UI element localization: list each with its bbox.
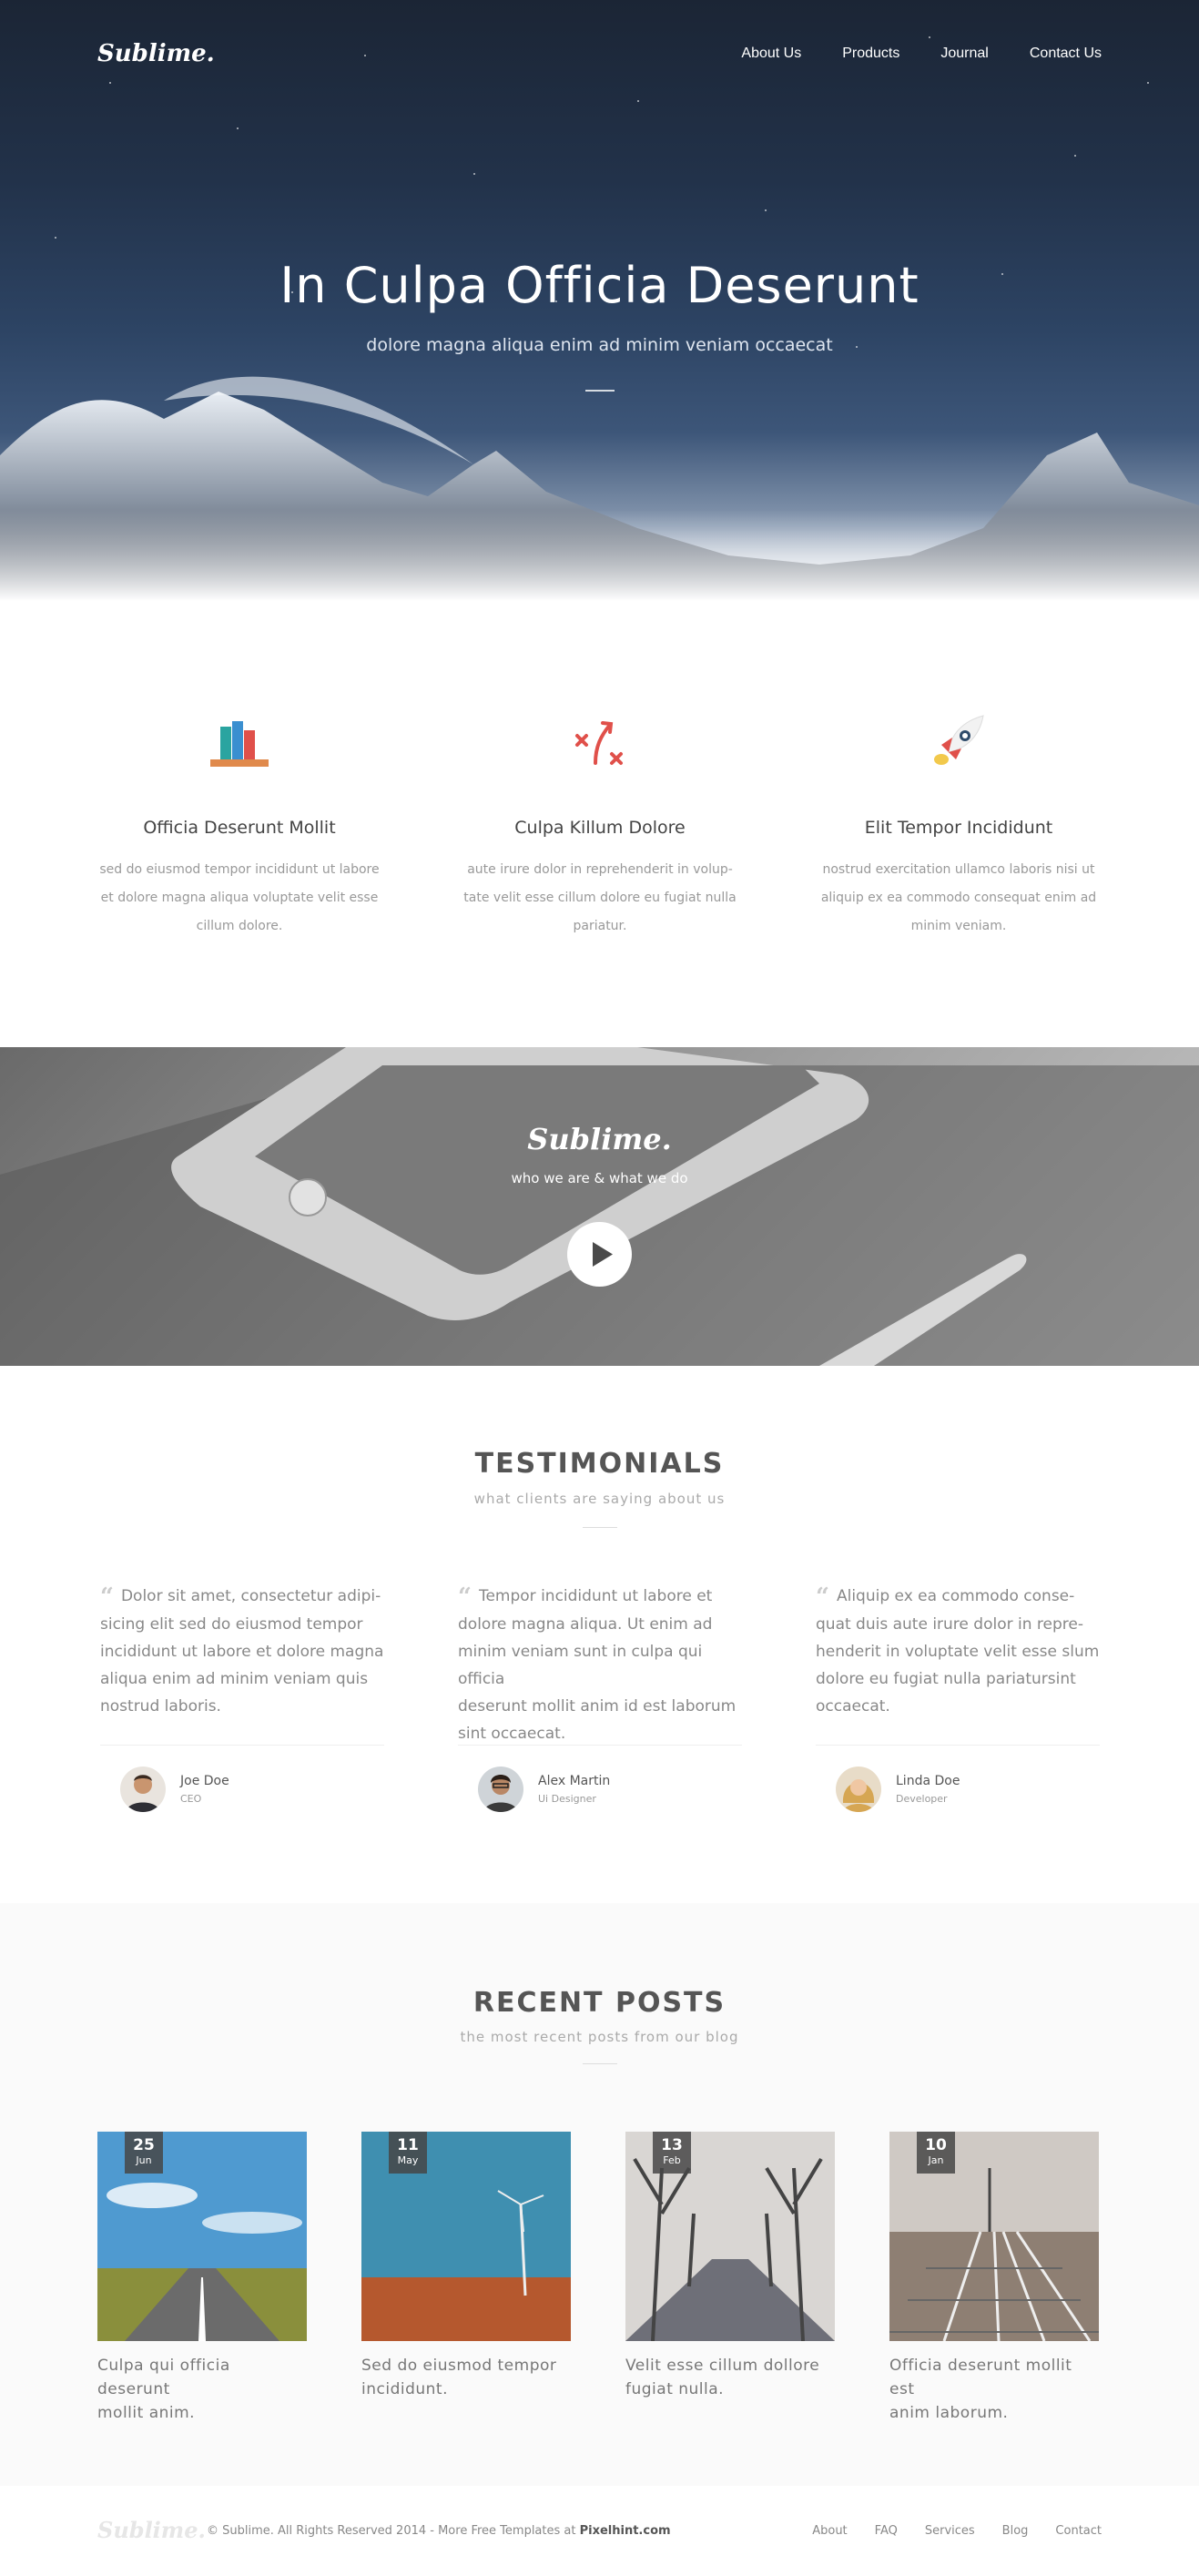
testimonial-card: “Dolor sit amet, consectetur adipi-sicin…	[100, 1583, 384, 1812]
header-logo[interactable]: Sublime.	[97, 40, 215, 67]
quote-icon: “	[458, 1583, 472, 1611]
feature-2: Culpa Killum Dolore aute irure dolor in …	[450, 710, 750, 941]
testimonials-divider	[583, 1527, 617, 1528]
testimonials-title: TESTIMONIALS	[474, 1448, 725, 1480]
divider	[100, 1745, 384, 1746]
post-title[interactable]: Officia deserunt mollit est anim laborum.	[889, 2354, 1099, 2425]
feature-text: nostrud exercitation ullamco laboris nis…	[820, 862, 1097, 933]
divider	[458, 1745, 742, 1746]
play-icon	[593, 1242, 613, 1267]
feature-title: Culpa Killum Dolore	[514, 818, 686, 838]
avatar	[478, 1767, 523, 1812]
hero-divider	[585, 390, 615, 392]
post-image[interactable]: 10 Jan	[889, 2132, 1099, 2341]
footer-link-contact[interactable]: Contact	[1055, 2524, 1102, 2538]
post-date-badge: 13 Feb	[653, 2132, 691, 2174]
nav-products[interactable]: Products	[842, 46, 899, 62]
post-image[interactable]: 11 May	[361, 2132, 571, 2341]
feature-text: sed do eiusmod tempor incididunt ut labo…	[99, 862, 380, 933]
hero-title: In Culpa Officia Deserunt	[279, 257, 920, 314]
footer-nav: About FAQ Services Blog Contact	[812, 2524, 1102, 2538]
post-card[interactable]: 10 Jan Officia deserunt mollit est anim la…	[889, 2132, 1099, 2425]
play-button[interactable]	[567, 1222, 632, 1287]
testimonial-name: Linda Doe	[896, 1774, 960, 1788]
testimonial-role: CEO	[180, 1793, 202, 1805]
footer-link-about[interactable]: About	[812, 2524, 847, 2538]
post-image[interactable]: 13 Feb	[625, 2132, 835, 2341]
post-card[interactable]: 13 Feb Velit esse cillum dollore fugiat nu…	[625, 2132, 835, 2401]
testimonial-quote: “Aliquip ex ea commodo conse-quat duis a…	[816, 1583, 1100, 1716]
post-title[interactable]: Culpa qui officia deserunt mollit anim.	[97, 2354, 307, 2425]
nav-journal[interactable]: Journal	[940, 46, 988, 62]
video-section	[0, 1047, 1199, 1366]
mountains-illustration	[0, 376, 1199, 601]
main-nav: About Us Products Journal Contact Us	[741, 46, 1102, 62]
post-date-badge: 11 May	[389, 2132, 427, 2174]
post-date-badge: 10 Jan	[917, 2132, 955, 2174]
feature-1: Officia Deserunt Mollit sed do eiusmod t…	[89, 710, 390, 941]
feature-title: Elit Tempor Incididunt	[864, 818, 1053, 838]
testimonial-name: Joe Doe	[180, 1774, 229, 1788]
post-image[interactable]: 25 Jun	[97, 2132, 307, 2341]
hero-section: Sublime. About Us Products Journal Conta…	[0, 0, 1199, 601]
post-card[interactable]: 25 Jun Culpa qui officia deserunt mollit a…	[97, 2132, 307, 2425]
phone-photo	[0, 1047, 1199, 1366]
footer-link-services[interactable]: Services	[925, 2524, 975, 2538]
rocket-icon	[934, 715, 984, 765]
footer-logo[interactable]: Sublime.	[97, 2517, 206, 2543]
quote-icon: “	[100, 1583, 114, 1611]
hero-subtitle: dolore magna aliqua enim ad minim veniam…	[366, 335, 833, 355]
recent-posts-subtitle: the most recent posts from our blog	[460, 2029, 739, 2045]
divider	[816, 1745, 1100, 1746]
testimonial-name: Alex Martin	[538, 1774, 611, 1788]
recent-posts-title: RECENT POSTS	[472, 1987, 727, 2019]
testimonial-card: “Tempor incididunt ut labore et dolore ma…	[458, 1583, 742, 1812]
books-icon	[210, 721, 269, 767]
testimonial-card: “Aliquip ex ea commodo conse-quat duis a…	[816, 1583, 1100, 1812]
avatar	[120, 1767, 166, 1812]
feature-text: aute irure dolor in reprehenderit in vol…	[463, 862, 737, 933]
testimonial-quote: “Tempor incididunt ut labore et dolore ma…	[458, 1583, 737, 1743]
footer: Sublime. © Sublime. All Rights Reserved …	[0, 2486, 1199, 2576]
post-title[interactable]: Velit esse cillum dollore fugiat nulla.	[625, 2354, 835, 2401]
testimonials-subtitle: what clients are saying about us	[473, 1491, 726, 1507]
video-tagline: who we are & what we do	[511, 1170, 688, 1186]
avatar	[836, 1767, 881, 1812]
strategy-icon	[575, 721, 623, 765]
video-logo: Sublime.	[527, 1122, 672, 1156]
post-card[interactable]: 11 May Sed do eiusmod tempor incididunt.	[361, 2132, 571, 2401]
testimonial-role: Ui Designer	[538, 1793, 596, 1805]
nav-about-us[interactable]: About Us	[741, 46, 801, 62]
feature-title: Officia Deserunt Mollit	[143, 818, 336, 838]
footer-link-faq[interactable]: FAQ	[875, 2524, 898, 2538]
feature-3: Elit Tempor Incididunt nostrud exercitat…	[808, 710, 1109, 941]
credit-link[interactable]: Pixelhint.com	[580, 2524, 671, 2538]
recent-posts-divider	[583, 2063, 617, 2064]
post-title[interactable]: Sed do eiusmod tempor incididunt.	[361, 2354, 571, 2401]
quote-icon: “	[816, 1583, 829, 1611]
nav-contact-us[interactable]: Contact Us	[1030, 46, 1102, 62]
testimonial-role: Developer	[896, 1793, 948, 1805]
footer-link-blog[interactable]: Blog	[1002, 2524, 1029, 2538]
testimonial-quote: “Dolor sit amet, consectetur adipi-sicin…	[100, 1583, 384, 1716]
copyright-text: © Sublime. All Rights Reserved 2014 - Mo…	[207, 2524, 671, 2538]
post-date-badge: 25 Jun	[125, 2132, 163, 2174]
